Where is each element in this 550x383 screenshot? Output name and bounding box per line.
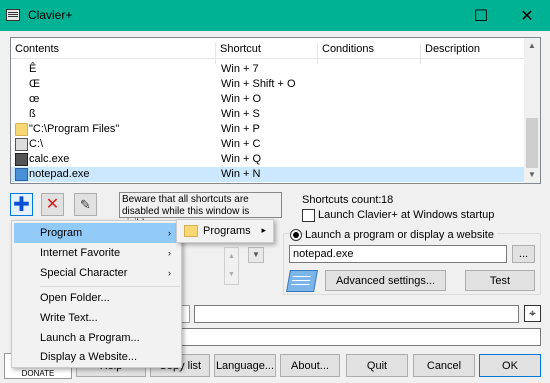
menu-item-label: Open Folder... [40, 292, 110, 304]
menu-separator [40, 286, 180, 287]
maximize-button[interactable]: ☐ [458, 0, 504, 31]
ok-button[interactable]: OK [479, 354, 541, 377]
drive-icon [15, 138, 28, 151]
chevron-down-icon[interactable]: ▼ [248, 247, 264, 263]
menu-item-launch-program[interactable]: Launch a Program... [14, 328, 181, 348]
notepad-icon [15, 168, 28, 181]
language-button[interactable]: Language... [214, 354, 276, 377]
item-shortcut: Win + N [221, 168, 261, 180]
plus-icon: ✚ [13, 193, 30, 216]
scrollbar-thumb[interactable] [526, 118, 538, 168]
launch-program-radio-label: Launch a program or display a website [305, 229, 497, 241]
list-item[interactable]: Œ Win + Shift + O [11, 77, 526, 92]
maximize-icon: ☐ [473, 7, 489, 25]
column-header-conditions[interactable]: Conditions [318, 43, 421, 64]
program-path-input[interactable]: notepad.exe [289, 245, 507, 263]
edit-shortcut-button[interactable]: ✎ [74, 193, 97, 216]
column-header-contents[interactable]: Contents [11, 43, 216, 64]
launch-at-startup-checkbox[interactable] [302, 209, 315, 222]
shortcuts-count-label: Shortcuts count: [302, 194, 382, 206]
menu-item-program[interactable]: Program › [14, 223, 181, 243]
vertical-scrollbar[interactable]: ▲ ▼ [524, 38, 540, 183]
list-item[interactable]: Ê Win + 7 [11, 62, 526, 77]
column-header-description[interactable]: Description [421, 43, 526, 64]
menu-item-label: Program [40, 227, 83, 239]
menu-item-label: Write Text... [40, 312, 98, 324]
menu-item-display-website[interactable]: Display a Website... [14, 347, 181, 367]
item-shortcut: Win + C [221, 138, 261, 150]
window-picker-button[interactable]: ⌖ [524, 305, 541, 322]
list-item[interactable]: notepad.exe Win + N [11, 167, 526, 182]
calculator-icon [15, 153, 28, 166]
menu-item-label: Special Character [40, 267, 128, 279]
test-button[interactable]: Test [465, 270, 535, 291]
submenu-arrow-icon: › [168, 248, 171, 258]
spin-control[interactable]: ▲ ▼ [224, 247, 239, 285]
item-contents: calc.exe [29, 153, 70, 165]
close-icon: ✕ [520, 7, 534, 25]
launch-at-startup-label: Launch Clavier+ at Windows startup [318, 209, 495, 221]
submenu-item-programs[interactable]: Programs ▸ [179, 222, 272, 241]
column-header-shortcut[interactable]: Shortcut [216, 43, 318, 64]
launch-program-radio[interactable] [290, 229, 302, 241]
item-contents: Œ [29, 78, 40, 90]
scroll-up-icon[interactable]: ▲ [524, 38, 540, 54]
add-shortcut-button[interactable]: ✚ [10, 193, 33, 216]
list-item[interactable]: ß Win + S [11, 107, 526, 122]
keyboard-app-icon [6, 9, 20, 21]
list-item[interactable]: "C:\Program Files" Win + P [11, 122, 526, 137]
folder-icon [184, 225, 198, 237]
notepad-program-icon [286, 270, 318, 292]
donate-label: DONATE [21, 369, 55, 378]
delete-shortcut-button[interactable]: ✕ [41, 193, 64, 216]
menu-item-label: Launch a Program... [40, 332, 140, 344]
menu-item-label: Internet Favorite [40, 247, 121, 259]
shortcut-list[interactable]: Contents Shortcut Conditions Description… [10, 37, 541, 184]
programs-submenu: Programs ▸ [176, 219, 274, 243]
item-contents: œ [29, 93, 40, 105]
description-input[interactable] [194, 305, 519, 323]
item-shortcut: Win + 7 [221, 63, 259, 75]
menu-item-label: Display a Website... [40, 351, 138, 363]
disabled-warning: Beware that all shortcuts are disabled w… [119, 192, 282, 229]
about-button[interactable]: About... [280, 354, 340, 377]
item-shortcut: Win + P [221, 123, 260, 135]
command-line-input[interactable] [170, 328, 541, 346]
list-item[interactable]: C:\ Win + C [11, 137, 526, 152]
menu-item-internet-favorite[interactable]: Internet Favorite › [14, 243, 181, 263]
item-shortcut: Win + Shift + O [221, 78, 296, 90]
crosshair-icon: ⌖ [529, 306, 536, 320]
quit-button[interactable]: Quit [346, 354, 408, 377]
submenu-item-label: Programs [203, 225, 251, 237]
submenu-arrow-icon: ▸ [261, 225, 266, 235]
item-shortcut: Win + O [221, 93, 262, 105]
add-context-menu: Program › Internet Favorite › Special Ch… [11, 220, 182, 368]
item-shortcut: Win + S [221, 108, 260, 120]
submenu-arrow-icon: › [168, 268, 171, 278]
pencil-icon: ✎ [80, 197, 91, 212]
list-item[interactable]: calc.exe Win + Q [11, 152, 526, 167]
close-button[interactable]: ✕ [504, 0, 550, 31]
item-contents: C:\ [29, 138, 44, 150]
item-contents: Ê [29, 63, 37, 75]
item-contents: ß [29, 108, 36, 120]
submenu-arrow-icon: › [168, 228, 171, 238]
delete-icon: ✕ [45, 195, 60, 213]
window-title: Clavier+ [28, 8, 73, 22]
list-header: Contents Shortcut Conditions Description [11, 38, 540, 64]
menu-item-special-character[interactable]: Special Character › [14, 263, 181, 283]
advanced-settings-button[interactable]: Advanced settings... [325, 270, 446, 291]
menu-item-write-text[interactable]: Write Text... [14, 308, 181, 328]
cancel-button[interactable]: Cancel [413, 354, 475, 377]
item-contents: "C:\Program Files" [29, 123, 120, 135]
menu-item-open-folder[interactable]: Open Folder... [14, 288, 181, 308]
browse-button[interactable]: ... [512, 245, 535, 263]
shortcuts-count-value: 18 [381, 194, 394, 206]
list-item[interactable]: œ Win + O [11, 92, 526, 107]
scroll-down-icon[interactable]: ▼ [524, 167, 540, 183]
item-contents: notepad.exe [29, 168, 90, 180]
title-bar: Clavier+ ☐ ✕ [0, 0, 550, 31]
folder-icon [15, 123, 28, 136]
item-shortcut: Win + Q [221, 153, 262, 165]
